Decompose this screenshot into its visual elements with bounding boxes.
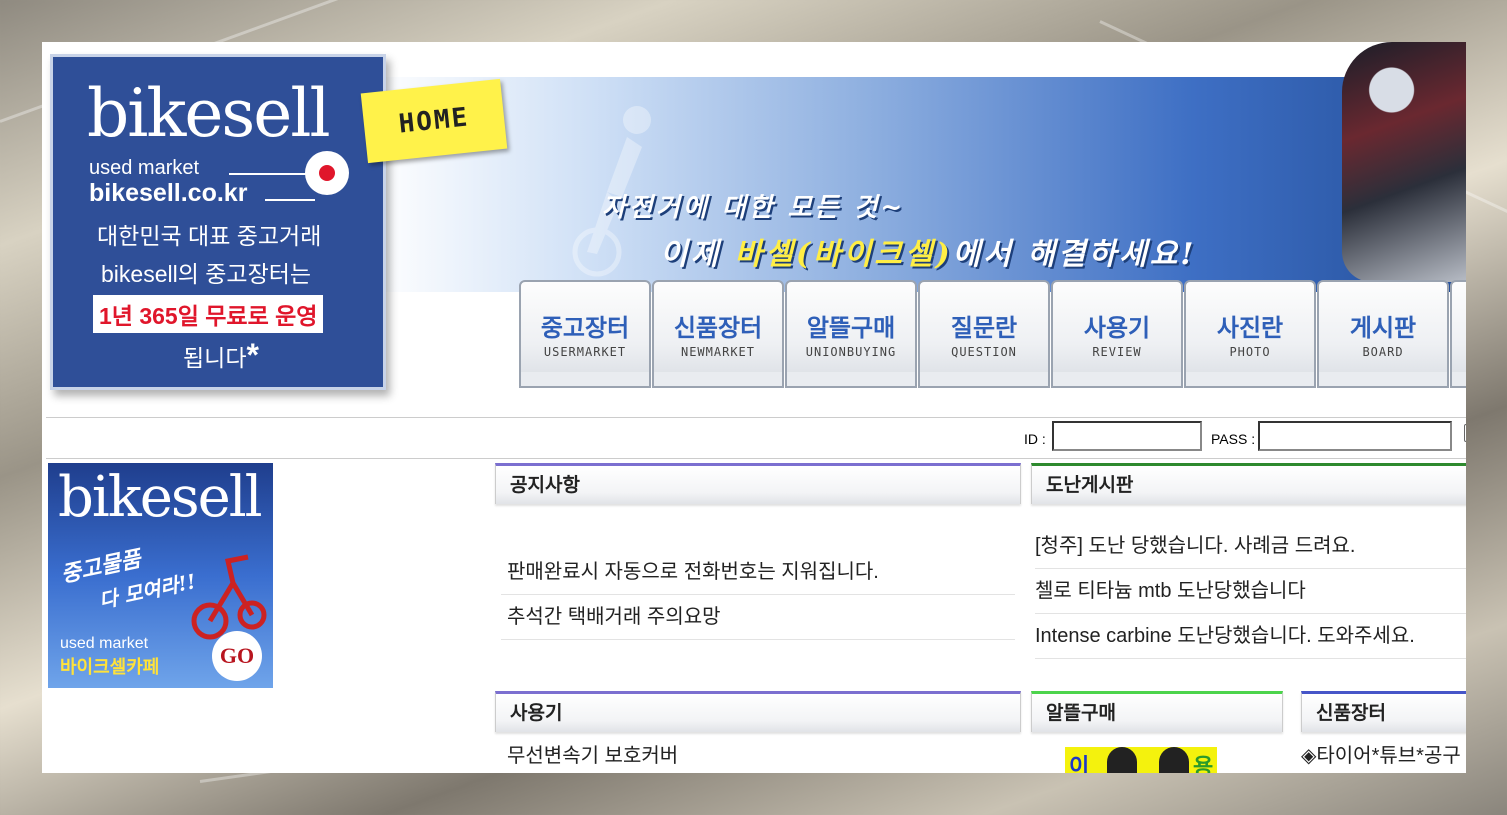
newmarket-panel: 신품장터 ◈타이어*튜브*공구: [1301, 691, 1466, 773]
list-item[interactable]: [청주] 도난 당했습니다. 사례금 드려요.: [1035, 524, 1466, 569]
main-nav: 중고장터 USERMARKET 신품장터 NEWMARKET 알뜰구매 UNIO…: [519, 280, 1466, 388]
login-button[interactable]: [1464, 424, 1466, 442]
nav-tab-sublabel: USERMARKET: [543, 345, 627, 359]
banner-cafe-name: 바이크셀카페: [60, 657, 160, 677]
nav-tab-sublabel: QUESTION: [951, 345, 1017, 359]
review-panel: 사용기 무선변속기 보호커버: [495, 691, 1021, 773]
nav-tab-question[interactable]: 질문란 QUESTION: [918, 280, 1050, 388]
theft-board-title[interactable]: 도난게시판: [1031, 463, 1466, 504]
nav-tab-usermarket[interactable]: 중고장터 USERMARKET: [519, 280, 651, 388]
id-input[interactable]: [1052, 421, 1202, 451]
nav-tab-sublabel: NEWMARKET: [680, 345, 756, 359]
union-buying-panel: 알뜰구매 이 용: [1031, 691, 1283, 773]
banner-wordmark: bikesell: [58, 465, 263, 530]
tricycle-icon: [191, 554, 267, 640]
list-item[interactable]: 판매완료시 자동으로 전화번호는 지워집니다.: [501, 550, 1015, 595]
nav-tab-unionbuying[interactable]: 알뜰구매 UNIONBUYING: [785, 280, 917, 388]
product-thumb: [1159, 747, 1189, 773]
logo-divider: [229, 173, 309, 175]
nav-tab-label: 질문란: [950, 315, 1018, 342]
nav-tab-label: 신품장터: [673, 315, 763, 342]
asterisk-icon: *: [246, 337, 259, 373]
id-label: ID :: [1024, 431, 1046, 447]
slogan-line1: 자전거에 대한 모든 것~: [602, 193, 906, 223]
pass-label: PASS :: [1211, 431, 1256, 447]
cafe-banner[interactable]: bikesell 중고물품 다 모여라!! used market 바이크셀카페…: [48, 463, 273, 688]
nav-tab-sublabel: BOARD: [1362, 345, 1404, 359]
site-logo[interactable]: bikesell used market bikesell.co.kr 대한민국…: [50, 54, 386, 390]
nav-tab-label: 사진란: [1216, 315, 1284, 342]
union-buying-title[interactable]: 알뜰구매: [1031, 691, 1283, 732]
notice-panel: 공지사항 판매완료시 자동으로 전화번호는 지워집니다. 추석간 택배거래 주의…: [495, 463, 1021, 640]
list-item[interactable]: ◈타이어*튜브*공구: [1301, 734, 1466, 773]
nav-tab-sublabel: UNIONBUYING: [805, 345, 897, 359]
slogan-prefix: 이제: [660, 237, 722, 272]
cyclist-photo: [1342, 42, 1466, 282]
nav-tab-label: 중고장터: [540, 315, 630, 342]
list-item[interactable]: Intense carbine 도난당했습니다. 도와주세요.: [1035, 614, 1466, 659]
nav-tab-label: 알뜰구매: [806, 315, 896, 342]
slogan-line2: 이제 바셀(바이크셀)에서 해결하세요!: [660, 229, 1196, 273]
union-product-image[interactable]: 이 용: [1065, 747, 1217, 773]
logo-tagline-2: bikesell의 중고장터는: [101, 261, 312, 287]
list-item[interactable]: 첼로 티타늄 mtb 도난당했습니다: [1035, 569, 1466, 614]
logo-tagline-1: 대한민국 대표 중고거래: [97, 223, 322, 249]
list-item[interactable]: 무선변속기 보호커버: [501, 734, 1015, 773]
review-title[interactable]: 사용기: [495, 691, 1021, 732]
login-bar: ID : PASS :: [46, 417, 1466, 459]
nav-tab-review[interactable]: 사용기 REVIEW: [1051, 280, 1183, 388]
logo-highlight: 1년 365일 무료로 운영: [93, 295, 324, 333]
home-button[interactable]: HOME: [360, 78, 508, 164]
logo-divider: [265, 199, 315, 201]
union-badge-left: 이: [1069, 754, 1090, 773]
theft-board-panel: 도난게시판 [청주] 도난 당했습니다. 사례금 드려요. 첼로 티타늄 mtb…: [1031, 463, 1466, 659]
nav-tab-label: 게시판: [1349, 315, 1417, 342]
nav-tab-label: 사용기: [1083, 315, 1151, 342]
union-badge-right: 용: [1193, 754, 1214, 773]
notice-title[interactable]: 공지사항: [495, 463, 1021, 504]
pass-input[interactable]: [1258, 421, 1452, 451]
logo-domain: bikesell.co.kr: [89, 179, 248, 207]
logo-wordmark: bikesell: [87, 75, 331, 152]
go-button[interactable]: GO: [212, 631, 262, 681]
nav-tab-board[interactable]: 게시판 BOARD: [1317, 280, 1449, 388]
web-page: 자전거에 대한 모든 것~ 이제 바셀(바이크셀)에서 해결하세요! bikes…: [42, 42, 1466, 773]
slogan-suffix: 에서 해결하세요!: [952, 237, 1197, 272]
logo-tagline-3: 됩니다*: [183, 337, 259, 374]
slogan-highlight: 바셀(바이크셀): [734, 237, 953, 272]
nav-tab-sublabel: PHOTO: [1229, 345, 1271, 359]
list-item[interactable]: 추석간 택배거래 주의요망: [501, 595, 1015, 640]
nav-tab-sublabel: REVIEW: [1092, 345, 1142, 359]
logo-tagline-3-text: 됩니다: [183, 345, 247, 371]
nav-tab-newmarket[interactable]: 신품장터 NEWMARKET: [652, 280, 784, 388]
product-thumb: [1107, 747, 1137, 773]
logo-subtext: used market: [89, 157, 200, 179]
site-header: 자전거에 대한 모든 것~ 이제 바셀(바이크셀)에서 해결하세요! bikes…: [42, 42, 1466, 417]
nav-tab-photo[interactable]: 사진란 PHOTO: [1184, 280, 1316, 388]
newmarket-title[interactable]: 신품장터: [1301, 691, 1466, 732]
logo-target-icon: [305, 151, 349, 195]
nav-tab-more[interactable]: [1450, 280, 1466, 388]
banner-used-market: used market: [60, 635, 149, 652]
